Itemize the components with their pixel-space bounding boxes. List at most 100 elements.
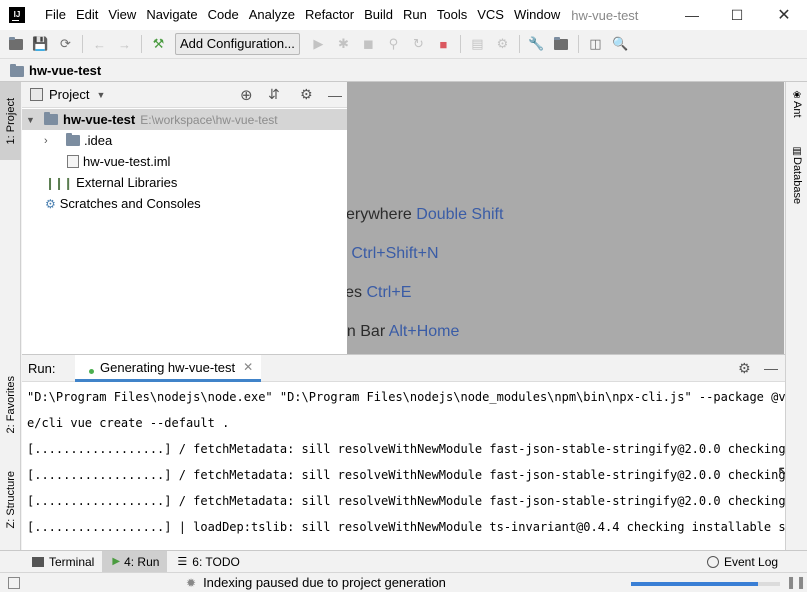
tab-terminal[interactable]: Terminal — [22, 551, 102, 572]
pause-icon[interactable]: ❚❚ — [786, 575, 806, 589]
console-line: [..................] / fetchMetadata: si… — [27, 494, 785, 508]
tree-root-row[interactable]: ▼ hw-vue-test E:\workspace\hw-vue-test — [22, 109, 347, 130]
back-arrow-icon[interactable]: ← — [87, 32, 112, 56]
menu-vcs[interactable]: VCS — [472, 0, 509, 30]
tab-event-log[interactable]: Event Log — [697, 551, 786, 572]
update-icon[interactable]: ⚙ — [490, 32, 515, 56]
tab-project[interactable]: 1: Project — [0, 82, 21, 160]
add-configuration-button[interactable]: Add Configuration... — [175, 33, 300, 55]
chevron-down-icon[interactable]: ▼ — [96, 90, 105, 100]
hide-panel-icon[interactable]: — — [764, 360, 778, 376]
run-tab-generating[interactable]: Generating hw-vue-test ✕ — [75, 355, 262, 382]
console-line: [..................] / fetchMetadata: si… — [27, 442, 785, 456]
hint-search-everywhere: verywhere Double Shift — [347, 206, 503, 224]
hint-recent-files: iles Ctrl+E — [347, 284, 411, 302]
folder-icon — [44, 112, 58, 125]
locate-target-icon[interactable]: ⊕ — [240, 86, 253, 104]
libraries-icon: ❙❙❙ — [45, 175, 73, 190]
tab-ant-label: Ant — [791, 101, 803, 118]
deploy-icon[interactable]: ▤ — [465, 32, 490, 56]
tree-item-idea[interactable]: › .idea — [22, 130, 347, 151]
project-view-icon — [30, 88, 43, 101]
hint-text: iles — [347, 284, 363, 301]
coverage-icon[interactable]: ◼ — [356, 32, 381, 56]
hide-panel-icon[interactable]: — — [328, 87, 342, 103]
menu-edit[interactable]: Edit — [71, 0, 103, 30]
breadcrumb-project[interactable]: hw-vue-test — [29, 63, 101, 78]
close-window-button[interactable]: ✕ — [761, 0, 807, 30]
menu-code[interactable]: Code — [203, 0, 244, 30]
tab-event-log-label: Event Log — [724, 554, 779, 569]
attach-icon[interactable]: ↻ — [406, 32, 431, 56]
window-title: hw-vue-test — [571, 7, 639, 23]
hint-shortcut: Ctrl+Shift+N — [351, 245, 439, 262]
tab-run-label: 4: Run — [124, 554, 160, 569]
run-panel-header: Run: Generating hw-vue-test ✕ ⚙ — — [22, 355, 785, 382]
gear-icon[interactable]: ⚙ — [738, 360, 751, 377]
hint-shortcut: Alt+Home — [388, 323, 460, 340]
hint-navigation-bar: on Bar Alt+Home — [347, 323, 459, 341]
terminal-window-icon[interactable]: ◫ — [583, 32, 608, 56]
run-icon[interactable]: ▶ — [306, 32, 331, 56]
database-icon: ▤ — [791, 146, 803, 157]
open-folder-icon[interactable] — [3, 32, 28, 56]
menu-build[interactable]: Build — [359, 0, 398, 30]
mouse-cursor-icon: ↖ — [777, 464, 785, 481]
menu-window[interactable]: Window — [509, 0, 565, 30]
run-panel: Run: Generating hw-vue-test ✕ ⚙ — "D:\Pr… — [22, 354, 785, 551]
console-output[interactable]: "D:\Program Files\nodejs\node.exe" "D:\P… — [22, 382, 785, 551]
running-indicator-icon — [89, 368, 94, 374]
project-structure-icon[interactable] — [549, 32, 574, 56]
menu-bar: File Edit View Navigate Code Analyze Ref… — [40, 0, 565, 30]
tab-run[interactable]: ▶ 4: Run — [102, 551, 168, 572]
forward-arrow-icon[interactable]: → — [112, 32, 137, 56]
project-view-selector[interactable]: Project — [49, 87, 89, 102]
tab-ant[interactable]: ❀ Ant — [786, 90, 807, 118]
stop-icon[interactable]: ■ — [431, 32, 456, 56]
tab-favorites[interactable]: 2: Favorites — [0, 360, 21, 450]
status-message: Indexing paused due to project generatio… — [203, 575, 446, 590]
event-log-icon — [707, 555, 719, 568]
chevron-down-icon[interactable]: ▼ — [26, 115, 40, 125]
tree-item-scratches[interactable]: ⚙ Scratches and Consoles — [22, 193, 347, 214]
console-line: [..................] | loadDep:tslib: si… — [27, 520, 785, 534]
tab-terminal-label: Terminal — [49, 554, 95, 569]
menu-file[interactable]: File — [40, 0, 71, 30]
menu-analyze[interactable]: Analyze — [244, 0, 300, 30]
collapse-all-icon[interactable]: ⇵ — [268, 86, 280, 103]
save-all-icon[interactable]: 💾 — [28, 32, 53, 56]
toggle-tool-windows-icon[interactable] — [8, 576, 20, 589]
tab-project-label: 1: Project — [4, 97, 17, 145]
menu-navigate[interactable]: Navigate — [141, 0, 202, 30]
run-label: Run: — [28, 360, 56, 376]
chevron-right-icon[interactable]: › — [44, 135, 58, 147]
menu-run[interactable]: Run — [398, 0, 432, 30]
console-line: e/cli vue create --default . — [27, 416, 230, 430]
menu-view[interactable]: View — [103, 0, 141, 30]
tree-item-label: .idea — [84, 133, 113, 148]
sync-icon[interactable]: ⟳ — [53, 32, 78, 56]
build-hammer-icon[interactable]: ⚒ — [146, 32, 171, 56]
tree-root-name: hw-vue-test — [63, 112, 136, 127]
tab-todo[interactable]: ☰ 6: TODO — [167, 551, 247, 572]
module-file-icon — [67, 155, 79, 168]
tree-item-label: hw-vue-test.iml — [83, 154, 171, 169]
tab-structure[interactable]: Z: Structure — [0, 454, 21, 546]
tree-item-iml[interactable]: hw-vue-test.iml — [22, 151, 347, 172]
menu-tools[interactable]: Tools — [432, 0, 472, 30]
tree-root-path: E:\workspace\hw-vue-test — [140, 112, 278, 127]
close-icon[interactable]: ✕ — [243, 360, 253, 374]
minimize-button[interactable]: — — [669, 0, 715, 30]
settings-wrench-icon[interactable]: 🔧 — [524, 32, 549, 56]
search-icon[interactable]: 🔍 — [608, 32, 633, 56]
menu-refactor[interactable]: Refactor — [300, 0, 359, 30]
console-line: [..................] / fetchMetadata: si… — [27, 468, 785, 482]
run-icon: ▶ — [112, 556, 121, 567]
tab-database[interactable]: ▤ Database — [786, 146, 807, 204]
gear-icon[interactable]: ⚙ — [300, 86, 313, 103]
maximize-button[interactable]: ☐ — [714, 0, 760, 30]
profile-icon[interactable]: ⚲ — [381, 32, 406, 56]
scratches-icon: ⚙ — [45, 196, 56, 211]
tree-item-external-libraries[interactable]: ❙❙❙ External Libraries — [22, 172, 347, 193]
debug-icon[interactable]: ✱ — [331, 32, 356, 56]
